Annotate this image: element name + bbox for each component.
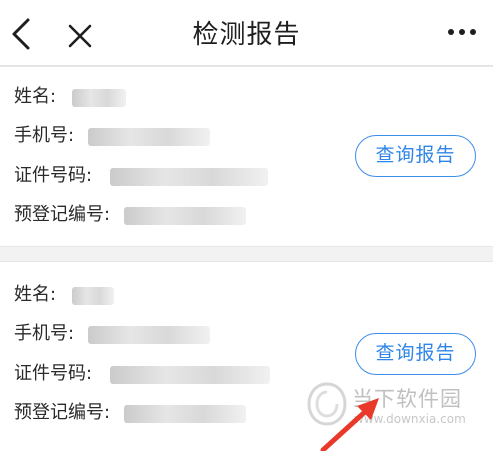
id-number-value-redacted [110,366,270,384]
registration-number-label: 预登记编号: [14,204,111,225]
query-report-button[interactable]: 查询报告 [355,135,476,177]
id-number-value-redacted [110,168,268,186]
phone-value-redacted [88,326,210,344]
registration-number-value-redacted [124,207,246,225]
red-pointer-arrow-icon [320,398,379,451]
registration-number-label: 预登记编号: [14,402,111,423]
id-number-label: 证件号码: [14,165,93,186]
top-nav-bar: 检测报告 [0,0,493,66]
more-icon[interactable] [447,26,477,38]
phone-value-redacted [88,128,210,146]
page-title: 检测报告 [192,20,301,50]
phone-label: 手机号: [14,323,75,344]
name-label: 姓名: [14,284,57,305]
phone-label: 手机号: [14,125,75,146]
id-number-label: 证件号码: [14,363,93,384]
name-value-redacted [72,89,126,107]
query-report-button[interactable]: 查询报告 [355,333,476,375]
registration-number-value-redacted [124,405,246,423]
name-label: 姓名: [14,86,57,107]
report-card: 姓名: 手机号: 证件号码: 预登记编号: 查询报告 [0,66,493,247]
name-value-redacted [72,287,114,305]
